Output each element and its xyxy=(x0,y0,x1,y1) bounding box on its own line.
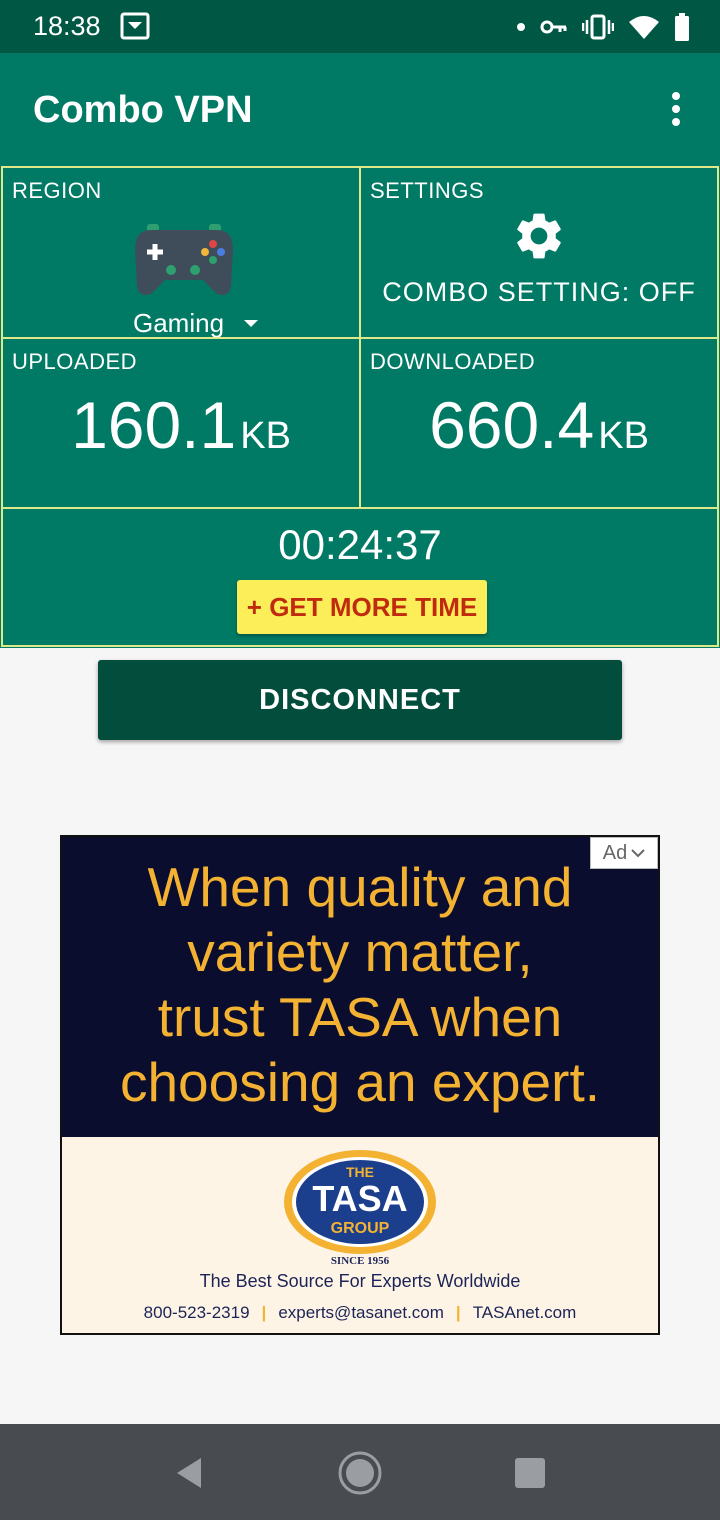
tasa-logo: THE TASA GROUP xyxy=(284,1150,436,1254)
recents-icon[interactable] xyxy=(507,1450,553,1496)
ad-tagline: The Best Source For Experts Worldwide xyxy=(199,1271,521,1291)
ad-headline-line: trust TASA when xyxy=(157,986,563,1048)
region-card[interactable]: REGION Gaming xyxy=(1,166,361,339)
vpn-key-icon xyxy=(540,20,567,34)
ad-banner[interactable]: When quality and variety matter, trust T… xyxy=(60,835,660,1335)
ad-website[interactable]: TASAnet.com xyxy=(473,1303,577,1323)
system-nav-bar xyxy=(0,1424,720,1520)
downloaded-value: 660.4 xyxy=(429,388,595,462)
downloaded-unit: KB xyxy=(598,415,649,457)
status-time: 18:38 xyxy=(33,11,101,41)
dot-icon xyxy=(517,23,525,31)
more-vert-icon[interactable] xyxy=(660,91,692,131)
ad-headline: When quality and variety matter, trust T… xyxy=(62,855,658,1115)
disconnect-button[interactable]: DISCONNECT xyxy=(98,660,622,740)
gear-icon xyxy=(517,213,561,259)
separator: | xyxy=(261,1303,267,1322)
app-title: Combo VPN xyxy=(33,89,253,131)
settings-card[interactable]: SETTINGS COMBO SETTING: OFF xyxy=(359,166,719,339)
ad-choices-badge[interactable]: Ad xyxy=(590,837,658,869)
uploaded-unit: KB xyxy=(240,415,291,457)
status-bar: 18:38 xyxy=(0,0,720,53)
separator: | xyxy=(455,1303,461,1322)
home-icon[interactable] xyxy=(337,1450,383,1496)
logo-line2: TASA xyxy=(312,1178,407,1219)
vibrate-icon xyxy=(582,14,614,40)
app-bar: Combo VPN xyxy=(0,53,720,165)
dropdown-caret-icon xyxy=(244,320,259,327)
ad-email[interactable]: experts@tasanet.com xyxy=(278,1303,444,1323)
logo-line3: GROUP xyxy=(331,1220,390,1237)
uploaded-value: 160.1 xyxy=(71,388,237,462)
session-timer: 00:24:37 xyxy=(278,521,442,568)
uploaded-stat: 160.1 KB xyxy=(3,387,359,463)
gamepad-icon xyxy=(135,224,233,295)
uploaded-card: UPLOADED 160.1 KB xyxy=(1,337,361,509)
downloaded-card: DOWNLOADED 660.4 KB xyxy=(359,337,719,509)
ad-headline-area: When quality and variety matter, trust T… xyxy=(62,837,658,1137)
ad-since: SINCE 1956 xyxy=(330,1255,390,1267)
session-card: 00:24:37 + GET MORE TIME xyxy=(1,507,719,647)
region-dropdown[interactable]: Gaming xyxy=(133,308,259,339)
ad-headline-line: When quality and xyxy=(147,856,573,918)
download-notification-icon xyxy=(120,12,150,40)
ad-headline-line: choosing an expert. xyxy=(119,1051,601,1113)
region-label: REGION xyxy=(12,178,102,203)
combo-setting-status: COMBO SETTING: OFF xyxy=(382,277,696,307)
vpn-status-panel: REGION Gaming SETTINGS COMBO SETTING: OF… xyxy=(0,165,720,648)
ad-badge-label: Ad xyxy=(602,841,628,864)
ad-phone[interactable]: 800-523-2319 xyxy=(144,1303,250,1323)
wifi-icon xyxy=(629,16,659,39)
downloaded-label: DOWNLOADED xyxy=(370,349,536,374)
region-value: Gaming xyxy=(133,308,225,338)
settings-label: SETTINGS xyxy=(370,178,485,203)
battery-icon xyxy=(675,13,689,41)
get-more-time-button[interactable]: + GET MORE TIME xyxy=(237,580,487,634)
chevron-down-icon xyxy=(631,849,645,858)
downloaded-stat: 660.4 KB xyxy=(361,387,717,463)
ad-contact-row: 800-523-2319 | experts@tasanet.com | TAS… xyxy=(62,1303,658,1323)
uploaded-label: UPLOADED xyxy=(12,349,138,374)
ad-headline-line: variety matter, xyxy=(187,921,533,983)
back-icon[interactable] xyxy=(167,1450,213,1496)
